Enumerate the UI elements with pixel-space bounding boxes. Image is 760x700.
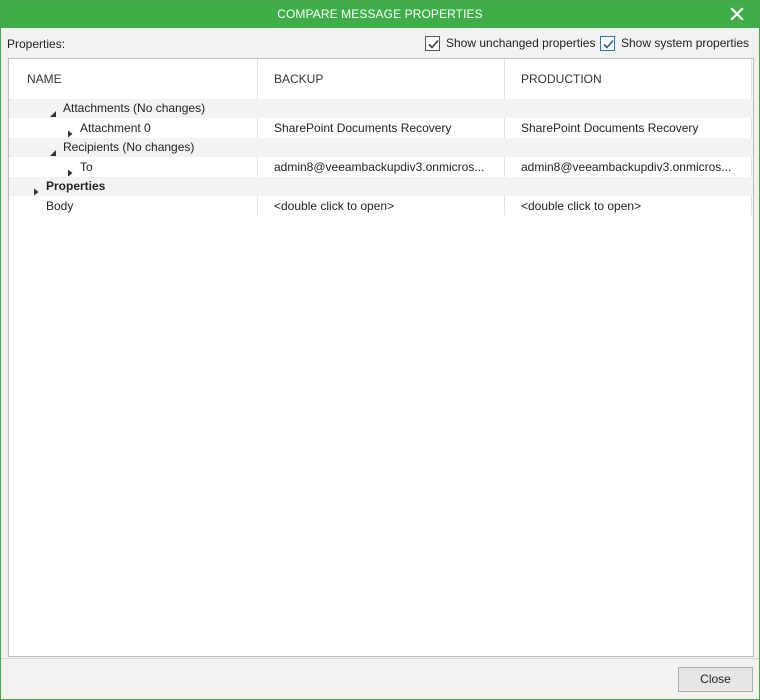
triangle-down-right-icon[interactable]	[49, 144, 57, 156]
cell-name: To	[80, 160, 93, 174]
title-bar: COMPARE MESSAGE PROPERTIES	[1, 1, 759, 28]
show-unchanged-checkbox[interactable]: Show unchanged properties	[425, 35, 595, 51]
table-row[interactable]: Body <double click to open> <double click …	[9, 197, 753, 216]
grid-header: NAME BACKUP PRODUCTION	[9, 59, 753, 97]
cell-backup: admin8@veeambackupdiv3.onmicros...	[274, 160, 485, 174]
cell-name: Attachments (No changes)	[63, 101, 206, 115]
cell-production: <double click to open>	[521, 199, 642, 213]
properties-label: Properties:	[7, 37, 66, 51]
table-row[interactable]: Attachment 0 SharePoint Documents Recover…	[9, 119, 753, 138]
show-system-checkbox[interactable]: Show system properties	[600, 35, 749, 51]
cell-name: Recipients (No changes)	[63, 140, 195, 154]
compare-properties-dialog: COMPARE MESSAGE PROPERTIES Properties: S…	[0, 0, 760, 700]
table-row[interactable]: To admin8@veeambackupdiv3.onmicros... admi…	[9, 158, 753, 177]
triangle-right-icon[interactable]	[66, 125, 74, 138]
show-unchanged-label: Show unchanged properties	[446, 36, 596, 50]
table-row[interactable]: Attachments (No changes)	[9, 99, 753, 118]
cell-backup	[274, 177, 499, 196]
column-header-production[interactable]: PRODUCTION	[521, 59, 602, 97]
cell-production: SharePoint Documents Recovery	[521, 121, 699, 135]
cell-backup: <double click to open>	[274, 199, 395, 213]
close-icon[interactable]	[729, 6, 745, 22]
triangle-right-icon[interactable]	[32, 183, 40, 196]
cell-name: Body	[46, 199, 74, 213]
dialog-title: COMPARE MESSAGE PROPERTIES	[277, 7, 483, 21]
close-button[interactable]: Close	[678, 667, 753, 692]
cell-backup	[274, 99, 499, 118]
cell-name: Properties	[46, 179, 106, 193]
properties-grid[interactable]: NAME BACKUP PRODUCTION Attachments (No c…	[8, 58, 754, 657]
cell-backup	[274, 138, 499, 157]
cell-name: Attachment 0	[80, 121, 151, 135]
cell-production	[521, 138, 746, 157]
triangle-right-icon[interactable]	[66, 164, 74, 177]
cell-production: admin8@veeambackupdiv3.onmicros...	[521, 160, 732, 174]
column-header-name[interactable]: NAME	[27, 59, 62, 97]
show-system-label: Show system properties	[621, 36, 750, 50]
table-row[interactable]: Recipients (No changes)	[9, 138, 753, 157]
check-icon[interactable]	[425, 35, 440, 51]
column-header-backup[interactable]: BACKUP	[274, 59, 323, 97]
options-bar: Properties: Show unchanged properties Sh…	[1, 28, 759, 58]
cell-production	[521, 99, 746, 118]
triangle-down-right-icon[interactable]	[49, 105, 57, 117]
table-row[interactable]: Properties	[9, 177, 753, 196]
dialog-footer: Close	[1, 658, 759, 699]
check-icon[interactable]	[600, 35, 615, 51]
cell-production	[521, 177, 746, 196]
cell-backup: SharePoint Documents Recovery	[274, 121, 452, 135]
